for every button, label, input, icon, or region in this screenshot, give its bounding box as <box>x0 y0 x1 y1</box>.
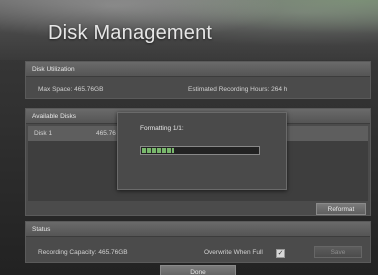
disk-management-screen: Disk Management Disk Utilization Max Spa… <box>0 0 378 275</box>
overwrite-checkbox[interactable]: ✓ <box>276 249 285 258</box>
status-header: Status <box>26 222 370 237</box>
disk-size: 465.76 <box>96 130 116 137</box>
max-space-text: Max Space: 465.76GB <box>38 86 104 93</box>
disk-utilization-header: Disk Utilization <box>26 62 370 77</box>
formatting-status-text: Formatting 1/1: <box>140 125 184 132</box>
save-button[interactable]: Save <box>314 246 362 258</box>
overwrite-label: Overwrite When Full <box>204 249 263 256</box>
checkmark-icon: ✓ <box>277 250 284 257</box>
recording-capacity-text: Recording Capacity: 465.76GB <box>38 249 128 256</box>
status-panel: Status Recording Capacity: 465.76GB Over… <box>25 221 371 263</box>
format-progress-bar <box>140 146 260 155</box>
disk-name: Disk 1 <box>34 130 53 137</box>
estimated-hours-text: Estimated Recording Hours: 264 h <box>188 86 288 93</box>
disk-utilization-panel: Disk Utilization Max Space: 465.76GB Est… <box>25 61 371 99</box>
page-title: Disk Management <box>48 22 213 44</box>
progress-fill <box>142 148 174 153</box>
reformat-button[interactable]: Reformat <box>316 203 366 215</box>
done-button[interactable]: Done <box>160 265 236 275</box>
formatting-dialog: Formatting 1/1: <box>117 112 287 190</box>
